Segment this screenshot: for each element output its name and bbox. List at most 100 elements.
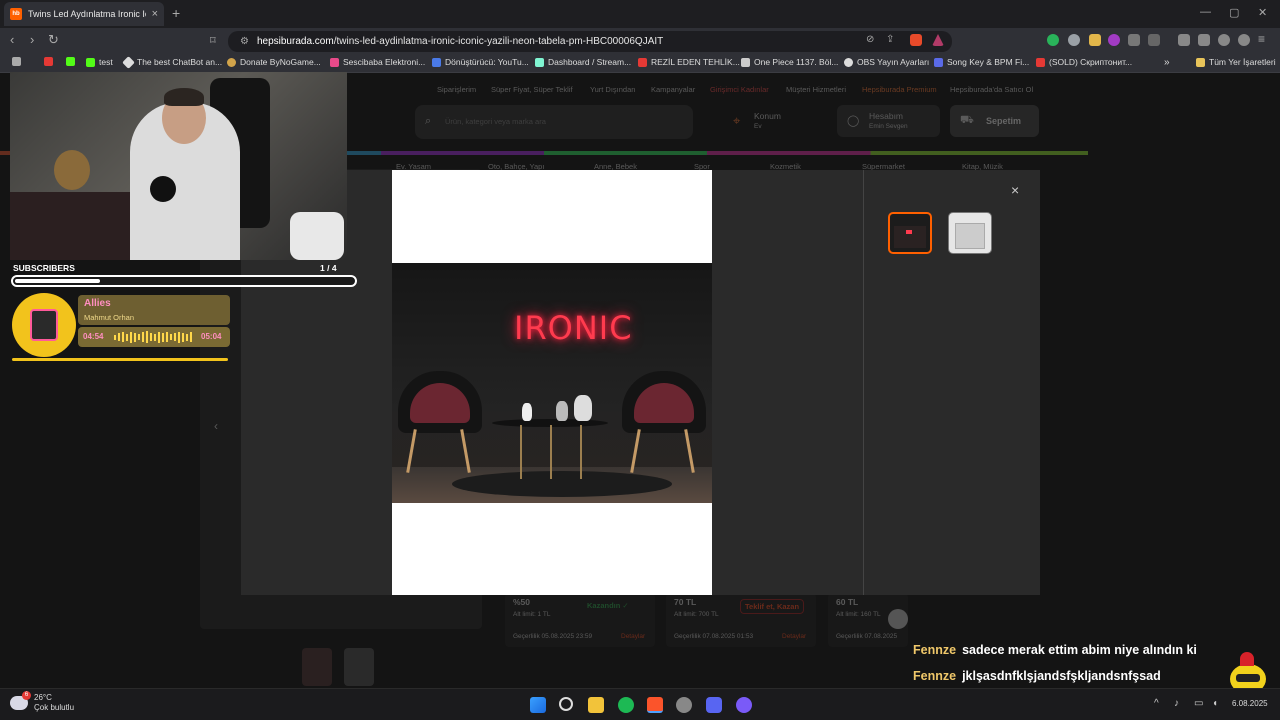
taskbar-clock[interactable]: 6.08.2025	[1232, 699, 1268, 708]
browser-tab-bar: hb Twins Led Aydınlatma Ironic Icon × + …	[0, 0, 1280, 28]
bookmarks-overflow-icon[interactable]: »	[1164, 57, 1170, 68]
nav-link-women-entrepreneurs[interactable]: Girişimci Kadınlar	[710, 85, 769, 94]
network-tray-icon[interactable]: ▭	[1194, 698, 1203, 709]
bookmark-chatbot[interactable]: The best ChatBot an...	[122, 55, 222, 69]
microphone	[150, 176, 176, 202]
gallery-thumbnail-dimmed[interactable]	[302, 648, 332, 686]
overlay-accent-line	[12, 358, 228, 361]
modal-close-icon[interactable]: ×	[1011, 182, 1019, 198]
apps-grid-icon[interactable]	[12, 57, 21, 66]
nav-link-customer-service[interactable]: Müşteri Hizmetleri	[786, 85, 846, 94]
account-button-dimmed[interactable]: ◯ Hesabım Emin Sevgen	[837, 105, 940, 137]
extensions-puzzle-icon[interactable]	[1128, 34, 1140, 46]
kick-icon	[86, 57, 95, 67]
kick-icon	[66, 57, 75, 66]
vpn-icon[interactable]	[1238, 34, 1250, 46]
spotify-icon[interactable]	[618, 697, 634, 713]
new-tab-plus-icon[interactable]: +	[172, 5, 180, 21]
forward-arrow-icon[interactable]: ›	[30, 32, 34, 47]
gallery-thumbnail-dimmed[interactable]	[344, 648, 374, 686]
waveform-bar	[186, 333, 188, 341]
extension-shield-icon[interactable]	[1047, 34, 1059, 46]
bookmark-onepiece[interactable]: One Piece 1137. Böl...	[741, 57, 838, 67]
obs-studio-icon[interactable]	[676, 697, 692, 713]
discord-ptb-icon[interactable]	[736, 697, 752, 713]
chair-left	[398, 371, 482, 433]
mug	[290, 212, 344, 260]
window-close-icon[interactable]: ✕	[1258, 6, 1267, 19]
file-explorer-icon[interactable]	[588, 697, 604, 713]
sidebar-toggle-icon[interactable]	[1178, 34, 1190, 46]
discord-icon[interactable]	[706, 697, 722, 713]
weather-widget[interactable]: 26°C Çok bulutlu	[10, 693, 74, 713]
waveform-bar	[166, 332, 168, 342]
waveform-bar	[146, 331, 148, 343]
bookmark-obs[interactable]: OBS Yayın Ayarları	[844, 57, 929, 67]
bookmark-icon[interactable]: ⌑	[210, 34, 216, 47]
bookmark-youtube-music[interactable]: (SOLD) Скриптонит...	[1036, 57, 1132, 67]
volume-tray-icon[interactable]: ◖	[1212, 698, 1218, 709]
bookmark-bynogame[interactable]: Donate ByNoGame...	[227, 57, 321, 67]
webcam-feed	[10, 72, 347, 260]
modal-thumbnail-1[interactable]	[888, 212, 932, 254]
nav-link-abroad[interactable]: Yurt Dışından	[590, 85, 635, 94]
modal-thumbnail-2[interactable]	[948, 212, 992, 254]
waveform-bar	[134, 332, 136, 342]
waveform-bar	[154, 333, 156, 341]
bookmark-kick[interactable]	[66, 57, 75, 66]
chat-message: Fennze jklşasdnfklşjandsfşkljandsnfşsad	[913, 669, 1161, 683]
gallery-prev-arrow-icon[interactable]: ‹	[214, 419, 218, 433]
window-minimize-icon[interactable]: —	[1200, 6, 1211, 18]
nav-link-become-seller[interactable]: Hepsiburada'da Satıcı Ol	[950, 85, 1033, 94]
extension-security-icon[interactable]	[1068, 34, 1080, 46]
main-product-image[interactable]: IRONIC	[392, 170, 712, 595]
share-icon[interactable]: ⇪	[886, 34, 894, 45]
nav-link-premium[interactable]: Hepsiburada Premium	[862, 85, 937, 94]
location-label[interactable]: Konum	[754, 111, 781, 121]
extension-color-icon[interactable]	[1108, 34, 1120, 46]
nav-link-campaigns[interactable]: Kampanyalar	[651, 85, 695, 94]
bookmark-youtube-video[interactable]: REZİL EDEN TEHLİK...	[638, 57, 740, 67]
menu-hamburger-icon[interactable]: ≡	[1258, 32, 1265, 46]
windows-start-icon[interactable]	[530, 697, 546, 713]
window-maximize-icon[interactable]: ▢	[1229, 6, 1239, 19]
waveform-bar	[178, 331, 180, 343]
tab-close-icon[interactable]: ×	[152, 8, 158, 20]
bookmark-test[interactable]: test	[86, 57, 113, 67]
extension-box-icon[interactable]	[1148, 34, 1160, 46]
brave-browser-icon[interactable]	[647, 697, 663, 713]
microphone-tray-icon[interactable]: ♪	[1174, 698, 1179, 709]
sescibaba-icon	[330, 57, 339, 67]
tray-overflow-icon[interactable]: ^	[1154, 698, 1159, 709]
time-total: 05:04	[201, 332, 222, 341]
reload-icon[interactable]: ↻	[48, 32, 59, 48]
bookmark-youtube[interactable]	[44, 57, 53, 66]
bookmark-songkey[interactable]: Song Key & BPM Fi...	[934, 57, 1029, 67]
address-bar[interactable]: ⚙ hepsiburada.com/twins-led-aydinlatma-i…	[228, 31, 952, 52]
browser-tab-active[interactable]: hb Twins Led Aydınlatma Ironic Icon ×	[4, 2, 164, 26]
neon-sign-text: IRONIC	[514, 309, 633, 347]
subscribers-progress-bar	[11, 275, 357, 287]
all-bookmarks-folder[interactable]: Tüm Yer İşaretleri	[1196, 57, 1276, 67]
translate-icon[interactable]: ⊘	[866, 34, 874, 45]
search-bar-dimmed[interactable]: ⌕ Ürün, kategori veya marka ara	[415, 105, 693, 139]
cart-button-dimmed[interactable]: ⛟ Sepetim	[950, 105, 1039, 137]
nav-link-super-price[interactable]: Süper Fiyat, Süper Teklif	[491, 85, 573, 94]
nav-link-orders[interactable]: Siparişlerim	[437, 85, 476, 94]
brave-shield-icon[interactable]	[910, 34, 922, 46]
leo-ai-icon[interactable]	[1218, 34, 1230, 46]
bookmark-sescibaba[interactable]: Sescibaba Elektroni...	[330, 57, 425, 67]
wallet-icon[interactable]	[1198, 34, 1210, 46]
bookmark-converter[interactable]: Dönüştürücü: YouTu...	[432, 57, 529, 67]
bookmark-streamlabs[interactable]: Dashboard / Stream...	[535, 57, 631, 67]
subscribers-count: 1 / 4	[320, 263, 337, 273]
taskbar-search-icon[interactable]	[559, 697, 573, 711]
search-placeholder: Ürün, kategori veya marka ara	[445, 117, 546, 126]
site-info-icon[interactable]: ⚙	[240, 36, 249, 47]
waveform-bar	[150, 333, 152, 341]
waveform-bar	[190, 332, 192, 342]
extension-pen-icon[interactable]	[1089, 34, 1101, 46]
user-icon: ◯	[847, 115, 860, 127]
windows-taskbar: 26°C Çok bulutlu 6 ^ ♪ ▭ ◖ 6.08.2025	[0, 688, 1280, 720]
back-arrow-icon[interactable]: ‹	[10, 32, 14, 47]
